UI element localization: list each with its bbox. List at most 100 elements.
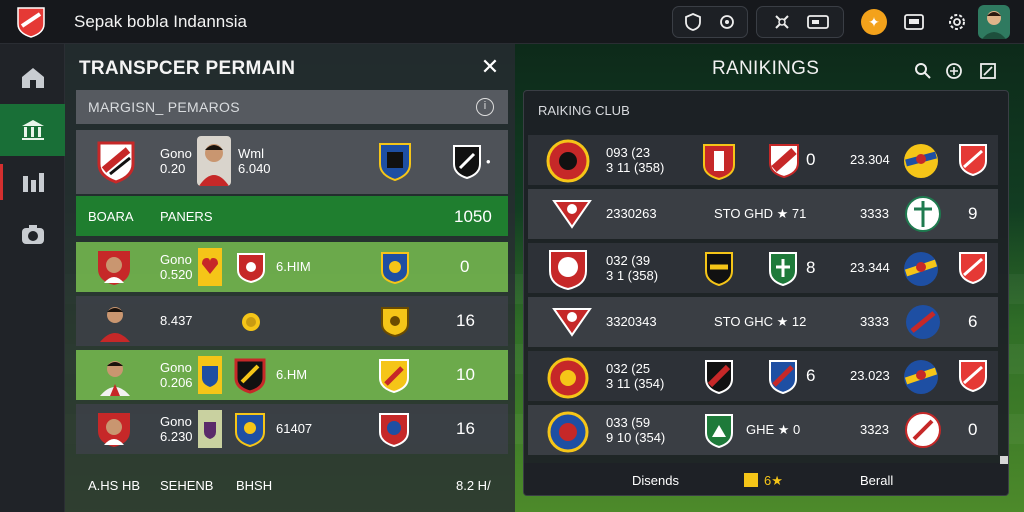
card-icon xyxy=(198,410,222,448)
club-crest-icon xyxy=(379,413,409,448)
rankings-title: RANIKINGS xyxy=(712,58,820,79)
ranking-stat: 093 (23 3 11 (358) xyxy=(606,145,664,175)
club-crest-icon xyxy=(959,360,987,393)
close-button[interactable]: ✕ xyxy=(479,56,501,78)
ranking-mid: GHE ★ 0 xyxy=(746,422,801,437)
ranking-row[interactable]: 2330263 STO GHD ★ 71 3333 9 xyxy=(528,189,998,239)
ranking-row[interactable]: 032 (39 3 1 (358) 8 23.344 xyxy=(528,243,998,293)
ranking-row[interactable]: 093 (23 3 11 (358) 0 23.304 xyxy=(528,135,998,185)
ranking-row[interactable]: 032 (25 3 11 (354) 6 23.023 xyxy=(528,351,998,401)
footer-c: BHSH xyxy=(236,478,273,493)
filter-icon[interactable] xyxy=(943,60,965,82)
whistle-icon[interactable] xyxy=(717,11,737,33)
featured-line1: Gono xyxy=(160,146,192,161)
coin-icon[interactable]: ✦ xyxy=(861,9,887,35)
player-row[interactable]: Gono 0.520 6.HIM 0 xyxy=(76,242,508,292)
settings-icon[interactable] xyxy=(771,11,793,33)
club-crest-icon xyxy=(959,144,987,177)
row-line2: 9 10 (354) xyxy=(606,430,666,445)
player-value: 10 xyxy=(456,365,475,384)
club-crest-icon xyxy=(237,253,265,284)
ranking-last: 0 xyxy=(968,420,978,439)
footer-d: 8.2 H/ xyxy=(456,478,491,493)
player-name: 6.HIM xyxy=(276,259,311,274)
ranking-stat: 032 (39 3 1 (358) xyxy=(606,253,658,283)
club-crest-icon xyxy=(381,252,409,285)
player-crest-photo xyxy=(94,409,134,449)
player-crest-photo xyxy=(94,247,134,287)
club-crest-icon xyxy=(904,144,938,178)
row-line2: 0.206 xyxy=(160,375,193,390)
stats-icon xyxy=(22,173,44,192)
club-crest-icon xyxy=(904,252,938,286)
club-crest-icon xyxy=(904,360,938,394)
player-row[interactable]: 8.437 16 xyxy=(76,296,508,346)
player-stat: Gono 0.520 xyxy=(160,252,193,282)
card-icon[interactable] xyxy=(903,11,925,33)
card-icon xyxy=(198,356,222,394)
sidebar-item-stats[interactable] xyxy=(0,156,65,208)
club-crest-icon xyxy=(905,412,941,448)
player-row[interactable]: Gono 6.230 61407 16 xyxy=(76,404,508,454)
ranking-num: 6 xyxy=(806,366,816,385)
sidebar-item-camera[interactable] xyxy=(0,208,65,260)
club-crest-icon xyxy=(705,252,733,287)
footer-discount: Disends xyxy=(632,473,679,488)
expand-icon[interactable] xyxy=(977,60,999,82)
club-crest-icon xyxy=(552,200,592,229)
club-crest-icon xyxy=(546,139,590,183)
transfer-panel: TRANSPCER PERMAIN ✕ MARGISN_ PEMAROS i G… xyxy=(65,44,515,512)
ranking-row[interactable]: 033 (59 9 10 (354) GHE ★ 0 3323 0 xyxy=(528,405,998,455)
player-value: 0 xyxy=(460,257,470,276)
medal-icon xyxy=(242,313,260,331)
shield-icon[interactable] xyxy=(683,11,703,33)
rankings-header: RAIKING CLUB xyxy=(538,103,630,118)
club-logo-icon[interactable] xyxy=(16,6,46,38)
ranking-last: 9 xyxy=(968,204,978,223)
ranking-stat: 3320343 xyxy=(606,314,657,329)
top-pill-right[interactable] xyxy=(756,6,844,38)
club-crest-icon xyxy=(769,144,799,179)
rankings-panel: RAIKING CLUB 093 (23 3 11 (358) 0 23.304… xyxy=(523,90,1009,496)
sidebar-item-bank[interactable] xyxy=(0,104,65,156)
club-crest-icon xyxy=(905,196,941,232)
player-value: 16 xyxy=(456,419,475,438)
subhead-label: MARGISN_ PEMAROS xyxy=(88,99,240,115)
player-photo xyxy=(197,136,231,186)
top-bar: Sepak bobla Indannsia ✦ xyxy=(0,0,1024,44)
club-crest-icon xyxy=(703,144,735,181)
row-line2: 0.520 xyxy=(160,267,193,282)
avatar[interactable] xyxy=(978,5,1010,39)
ranking-score: 3333 xyxy=(860,314,889,329)
featured-name: Wml 6.040 xyxy=(238,146,271,176)
gear-icon[interactable] xyxy=(946,11,968,33)
search-icon[interactable] xyxy=(912,60,934,82)
club-crest-icon xyxy=(379,143,411,182)
ticket-icon[interactable] xyxy=(807,11,829,33)
footer-a: A.HS HB xyxy=(88,478,141,493)
sidebar-item-home[interactable] xyxy=(0,52,65,104)
featured-player-row[interactable]: Gono 0.20 Wml 6.040 • xyxy=(76,130,508,194)
player-row[interactable]: Gono 0.206 6.HM 10 xyxy=(76,350,508,400)
player-photo xyxy=(96,300,134,342)
club-crest-icon xyxy=(906,305,940,339)
ranking-row[interactable]: 3320343 STO GHC ★ 12 3333 6 xyxy=(528,297,998,347)
info-icon[interactable]: i xyxy=(476,98,494,116)
top-pill-left[interactable] xyxy=(672,6,748,38)
bank-icon xyxy=(21,120,44,140)
club-crest-icon xyxy=(769,360,797,395)
ranking-stat: 2330263 xyxy=(606,206,657,221)
row-line1: 093 (23 xyxy=(606,145,651,160)
player-stat: 8.437 xyxy=(160,313,193,328)
scrollbar-thumb[interactable] xyxy=(1000,456,1008,464)
ranking-score: 23.304 xyxy=(850,152,890,167)
row-line2: 3 1 (358) xyxy=(606,268,659,283)
row-line1: Gono xyxy=(160,414,192,429)
club-crest-icon xyxy=(379,359,409,394)
row-line2: 3 11 (354) xyxy=(606,376,665,391)
row-line1: Gono xyxy=(160,360,192,375)
card-icon xyxy=(198,248,222,286)
footer-b: SEHENB xyxy=(160,478,214,493)
club-crest-icon xyxy=(959,252,987,285)
ranking-stat: 033 (59 9 10 (354) xyxy=(606,415,665,445)
